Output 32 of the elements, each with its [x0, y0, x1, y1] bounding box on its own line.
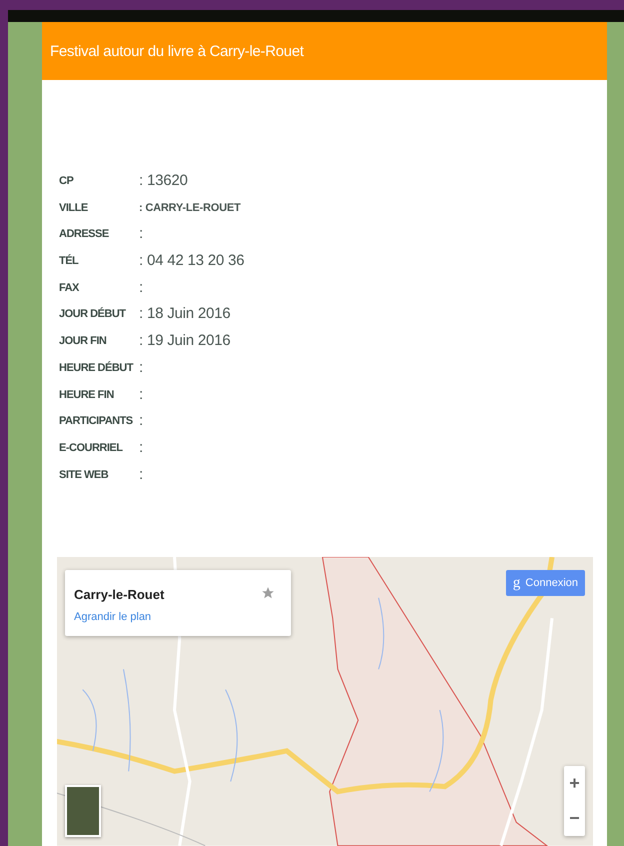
- field-label: E-COURRIEL: [59, 440, 124, 456]
- field-label: VILLE: [59, 200, 89, 216]
- field-label: PARTICIPANTS: [59, 414, 134, 430]
- field-value: :: [139, 438, 144, 458]
- field-label: TÉL: [59, 253, 80, 270]
- field-label: CP: [59, 174, 74, 189]
- page-title: Festival autour du livre à Carry-le-Rouet: [50, 42, 304, 60]
- field-label: FAX: [59, 280, 80, 296]
- login-button[interactable]: g Connexion: [506, 570, 585, 596]
- field-label: HEURE FIN: [59, 388, 115, 402]
- zoom-out-button[interactable]: −: [564, 801, 585, 836]
- field-value: :: [139, 464, 144, 485]
- field-label: JOUR FIN: [59, 334, 108, 350]
- field-value: : 13620: [139, 171, 189, 191]
- zoom-in-button[interactable]: +: [564, 766, 585, 802]
- field-label: ADRESSE: [59, 227, 110, 242]
- field-label: SITE WEB: [59, 468, 110, 483]
- field-value: : 04 42 13 20 36: [139, 251, 246, 272]
- field-value: :: [139, 358, 144, 378]
- field-value: :: [139, 411, 144, 432]
- field-value: :: [139, 278, 144, 298]
- satellite-thumbnail[interactable]: [65, 785, 101, 838]
- field-value: :: [139, 224, 144, 244]
- enlarge-map-link[interactable]: Agrandir le plan: [74, 611, 152, 624]
- field-label: JOUR DÉBUT: [59, 306, 127, 322]
- field-value: : 19 Juin 2016: [139, 331, 232, 352]
- star-icon[interactable]: [261, 586, 275, 600]
- place-name: Carry-le-Rouet: [74, 587, 164, 602]
- field-value: :: [139, 384, 144, 404]
- field-value: : CARRY-LE-ROUET: [139, 200, 242, 216]
- field-value: : 18 Juin 2016: [139, 304, 232, 324]
- field-label: HEURE DÉBUT: [59, 360, 134, 376]
